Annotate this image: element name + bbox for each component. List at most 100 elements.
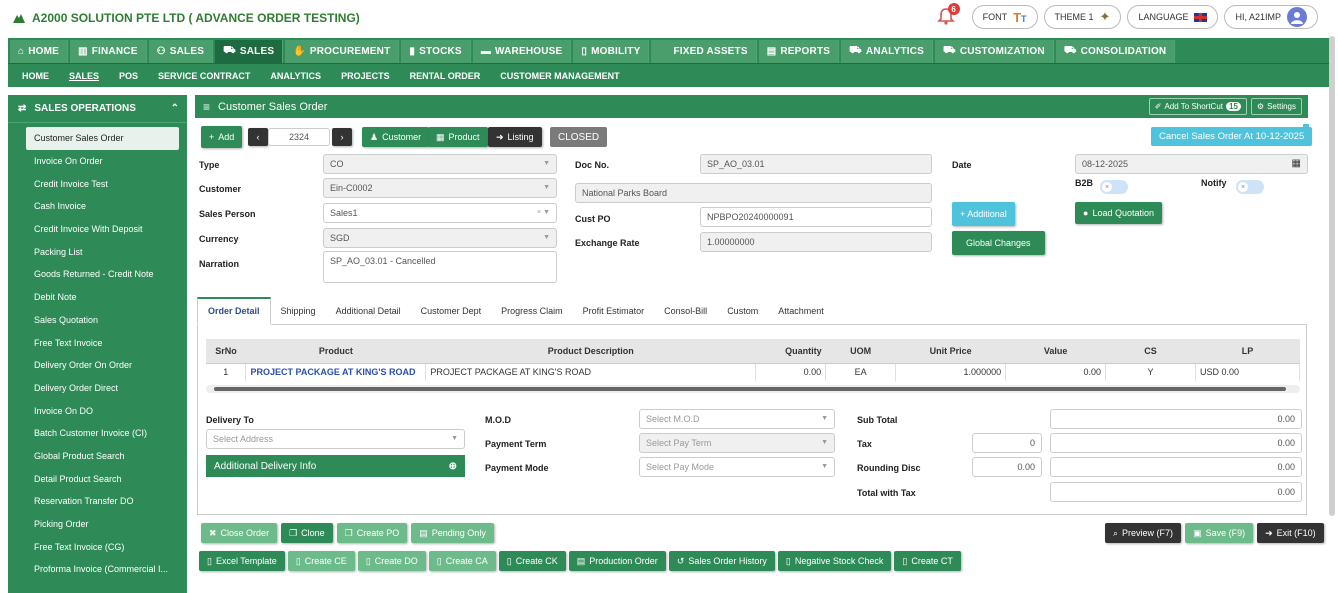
sidebar-item[interactable]: Goods Returned - Credit Note (8, 263, 187, 286)
nav-consolidation[interactable]: ⛟ CONSOLIDATION (1055, 40, 1176, 63)
record-number-input[interactable]: 2324 (268, 128, 330, 146)
sidebar-item[interactable]: Batch Customer Invoice (CI) (8, 422, 187, 445)
nav-analytics[interactable]: ⛟ ANALYTICS (841, 40, 934, 63)
narration-textarea[interactable]: SP_AO_03.01 - Cancelled (323, 251, 557, 283)
collapse-icon[interactable]: ⌃ (171, 103, 179, 114)
sidebar-item[interactable]: Invoice On Order (8, 150, 187, 173)
horizontal-scrollbar[interactable] (206, 385, 1300, 393)
preview-button[interactable]: ⌕ Preview (F7) (1105, 523, 1182, 543)
cust-po-input[interactable]: NPBPO20240000091 (700, 207, 932, 227)
pending-only-button[interactable]: ▤ Pending Only (411, 523, 494, 543)
theme-button[interactable]: THEME 1 ✦ (1043, 5, 1122, 29)
subnav-customer-management[interactable]: CUSTOMER MANAGEMENT (500, 71, 619, 81)
type-select[interactable]: CO ▼ (323, 154, 557, 174)
page-scrollbar[interactable] (1329, 36, 1335, 516)
user-menu-button[interactable]: HI, A21IMP (1224, 5, 1318, 29)
add-button[interactable]: + Add (201, 126, 243, 148)
production-order-button[interactable]: ▤ Production Order (568, 551, 666, 571)
nav-home[interactable]: ⌂ HOME (10, 40, 69, 63)
prev-record-button[interactable]: ‹ (248, 128, 268, 146)
cell-product-link[interactable]: PROJECT PACKAGE AT KING'S ROAD (245, 363, 427, 381)
tab-consol-bill[interactable]: Consol-Bill (654, 297, 717, 324)
address-select[interactable]: Select Address ▼ (206, 429, 465, 449)
clone-button[interactable]: ❐ Clone (281, 523, 333, 543)
customer-name-input[interactable]: National Parks Board (575, 183, 932, 203)
tab-shipping[interactable]: Shipping (271, 297, 326, 324)
sidebar-item[interactable]: Detail Product Search (8, 467, 187, 490)
negative-stock-check-button[interactable]: ▯ Negative Stock Check (777, 551, 892, 571)
subnav-service-contract[interactable]: SERVICE CONTRACT (158, 71, 250, 81)
sales-person-select[interactable]: Sales1 × ▼ (323, 203, 557, 223)
sales-order-history-button[interactable]: ↺ Sales Order History (668, 551, 775, 571)
table-row[interactable]: 1 PROJECT PACKAGE AT KING'S ROAD PROJECT… (206, 363, 1301, 381)
nav-fixed-assets[interactable]: FIXED ASSETS (651, 40, 757, 63)
tab-profit-estimator[interactable]: Profit Estimator (573, 297, 655, 324)
sidebar-item[interactable]: Delivery Order Direct (8, 377, 187, 400)
create-ce-button[interactable]: ▯ Create CE (287, 551, 355, 571)
notification-button[interactable]: 6 (936, 3, 960, 28)
tab-customer-dept[interactable]: Customer Dept (411, 297, 492, 324)
sidebar-item[interactable]: Proforma Invoice (Commercial I... (8, 558, 187, 581)
add-shortcut-button[interactable]: ✐ Add To ShortCut 15 (1148, 98, 1247, 115)
nav-mobility[interactable]: ▯ MOBILITY (573, 40, 650, 63)
nav-reports[interactable]: ▤ REPORTS (758, 40, 840, 63)
b2b-toggle[interactable]: × (1100, 180, 1128, 194)
notify-toggle[interactable]: × (1236, 180, 1264, 194)
sidebar-item[interactable]: Debit Note (8, 286, 187, 309)
subnav-analytics[interactable]: ANALYTICS (270, 71, 321, 81)
sidebar-item[interactable]: Picking Order (8, 513, 187, 536)
tab-progress-claim[interactable]: Progress Claim (491, 297, 573, 324)
nav-finance[interactable]: ▥ FINANCE (70, 40, 147, 63)
subnav-pos[interactable]: POS (119, 71, 138, 81)
nav-sales[interactable]: ⛟ SALES (215, 40, 284, 63)
font-button[interactable]: FONT TT (971, 5, 1038, 29)
create-ck-button[interactable]: ▯ Create CK (498, 551, 566, 571)
create-ca-button[interactable]: ▯ Create CA (428, 551, 496, 571)
subnav-projects[interactable]: PROJECTS (341, 71, 390, 81)
sidebar-item[interactable]: Free Text Invoice (8, 331, 187, 354)
sidebar-item[interactable]: Global Product Search (8, 445, 187, 468)
sidebar-item[interactable]: Invoice On DO (8, 399, 187, 422)
nav-customization[interactable]: ⛟ CUSTOMIZATION (935, 40, 1054, 63)
sidebar-item[interactable]: Credit Invoice Test (8, 172, 187, 195)
excel-template-button[interactable]: ▯ Excel Template (199, 551, 285, 571)
customer-select[interactable]: Ein-C0002 ▼ (323, 178, 557, 198)
listing-button[interactable]: ➜ Listing (488, 127, 542, 147)
global-changes-button[interactable]: Global Changes (952, 231, 1045, 255)
nav-stocks[interactable]: ▮ STOCKS (401, 40, 471, 63)
payment-mode-select[interactable]: Select Pay Mode ▼ (639, 457, 835, 477)
customer-button[interactable]: ♟ Customer (362, 127, 430, 147)
sidebar-item[interactable]: Cash Invoice (8, 195, 187, 218)
create-ct-button[interactable]: ▯ Create CT (894, 551, 961, 571)
sidebar-item[interactable]: Free Text Invoice (CG) (8, 535, 187, 558)
save-button[interactable]: ▣ Save (F9) (1185, 523, 1254, 543)
calendar-icon[interactable]: ▦ (1292, 158, 1301, 169)
additional-button[interactable]: + Additional (952, 202, 1015, 226)
load-quotation-button[interactable]: ● Load Quotation (1075, 202, 1162, 224)
nav-sales-group[interactable]: ⚇ SALES (148, 40, 214, 63)
subnav-sales[interactable]: SALES (69, 71, 99, 81)
language-button[interactable]: LANGUAGE (1127, 5, 1219, 29)
product-button[interactable]: ▦ Product (428, 127, 488, 147)
tab-order-detail[interactable]: Order Detail (197, 297, 271, 325)
tab-custom[interactable]: Custom (717, 297, 768, 324)
create-po-button[interactable]: ❐ Create PO (336, 523, 408, 543)
tab-attachment[interactable]: Attachment (768, 297, 834, 324)
sidebar-item[interactable]: Credit Invoice With Deposit (8, 218, 187, 241)
sidebar-item[interactable]: Reservation Transfer DO (8, 490, 187, 513)
sidebar-item-customer-sales-order[interactable]: Customer Sales Order (26, 127, 179, 150)
subnav-home[interactable]: HOME (22, 71, 49, 81)
create-do-button[interactable]: ▯ Create DO (357, 551, 426, 571)
subnav-rental-order[interactable]: RENTAL ORDER (410, 71, 481, 81)
scrollbar-thumb[interactable] (214, 387, 1286, 391)
next-record-button[interactable]: › (332, 128, 352, 146)
payment-term-select[interactable]: Select Pay Term ▼ (639, 433, 835, 453)
currency-select[interactable]: SGD ▼ (323, 228, 557, 248)
settings-button[interactable]: ⚙ Settings (1250, 98, 1302, 115)
tax-rate-input[interactable]: 0 (972, 433, 1042, 453)
rounding-input[interactable]: 0.00 (972, 457, 1042, 477)
nav-procurement[interactable]: ✋ PROCUREMENT (285, 40, 400, 63)
date-input[interactable]: 08-12-2025 ▦ (1075, 154, 1308, 174)
close-order-button[interactable]: ✖ Close Order (201, 523, 278, 543)
tab-additional-detail[interactable]: Additional Detail (326, 297, 411, 324)
